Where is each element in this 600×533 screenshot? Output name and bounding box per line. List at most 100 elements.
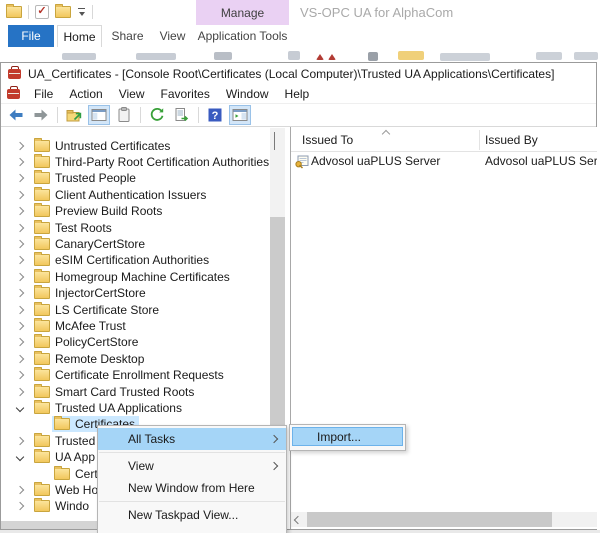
chevron-right-icon[interactable] bbox=[15, 288, 25, 298]
certificate-row[interactable]: Advosol uaPLUS Server Advosol uaPLUS Ser… bbox=[291, 153, 597, 170]
issued-to-value: Advosol uaPLUS Server bbox=[311, 154, 441, 168]
back-icon[interactable] bbox=[5, 105, 27, 125]
ribbon-icon-fragment bbox=[398, 51, 424, 60]
tree-item-policycertstore[interactable]: PolicyCertStore bbox=[1, 334, 290, 351]
column-header-issued-to[interactable]: Issued To bbox=[302, 133, 353, 147]
ribbon-tab-view[interactable]: View bbox=[152, 25, 193, 47]
details-hscrollbar-thumb[interactable] bbox=[307, 512, 552, 527]
chevron-right-icon[interactable] bbox=[15, 239, 25, 249]
context-menu-item-all-tasks[interactable]: All Tasks bbox=[98, 428, 286, 450]
tree-item-label: CanaryCertStore bbox=[55, 236, 146, 251]
menu-help[interactable]: Help bbox=[277, 87, 318, 101]
context-menu-item-new-taskpad-view-[interactable]: New Taskpad View... bbox=[98, 504, 286, 526]
tree-item-label: PolicyCertStore bbox=[55, 335, 139, 350]
context-menu-item-new-window-from-here[interactable]: New Window from Here bbox=[98, 477, 286, 499]
folder-icon[interactable] bbox=[55, 4, 71, 18]
tree-item-certificate-enrollment-requests[interactable]: Certificate Enrollment Requests bbox=[1, 367, 290, 384]
tree-item-injectorcertstore[interactable]: InjectorCertStore bbox=[1, 285, 290, 302]
folder-icon bbox=[34, 285, 50, 300]
separator bbox=[140, 107, 141, 123]
chevron-right-icon[interactable] bbox=[15, 157, 25, 167]
tree-item-label: Client Authentication Issuers bbox=[55, 187, 207, 202]
export-list-icon[interactable] bbox=[171, 105, 193, 125]
details-pane: Issued To Issued By Advosol uaPLUS Serve… bbox=[291, 127, 597, 529]
ribbon-tab-home[interactable]: Home bbox=[57, 25, 102, 47]
chevron-right-icon[interactable] bbox=[15, 174, 25, 183]
tree-scrollbar-thumb[interactable] bbox=[270, 217, 285, 447]
menu-view[interactable]: View bbox=[111, 87, 153, 101]
red-check-icon[interactable]: ✓ bbox=[35, 5, 49, 19]
chevron-right-icon[interactable] bbox=[15, 206, 25, 216]
menu-action[interactable]: Action bbox=[61, 87, 110, 101]
chevron-right-icon[interactable] bbox=[15, 370, 25, 380]
ribbon-tab-file[interactable]: File bbox=[8, 25, 54, 47]
tree-item-remote-desktop[interactable]: Remote Desktop bbox=[1, 350, 290, 367]
show-action-pane-icon[interactable] bbox=[229, 105, 251, 125]
help-icon[interactable]: ? bbox=[204, 105, 226, 125]
tree-item-ls-certificate-store[interactable]: LS Certificate Store bbox=[1, 301, 290, 318]
scroll-up-icon[interactable] bbox=[274, 132, 275, 150]
details-horizontal-scrollbar[interactable] bbox=[291, 512, 597, 527]
column-header-issued-by[interactable]: Issued By bbox=[485, 133, 538, 147]
tree-item-client-authentication-issuers[interactable]: Client Authentication Issuers bbox=[1, 186, 290, 203]
scroll-left-icon[interactable] bbox=[293, 515, 303, 525]
tree-item-label: Trusted UA Applications bbox=[55, 400, 182, 415]
chevron-right-icon[interactable] bbox=[15, 272, 25, 281]
clipboard-icon[interactable] bbox=[113, 105, 135, 125]
tree-item-label: Smart Card Trusted Roots bbox=[55, 384, 195, 399]
folder-icon bbox=[34, 252, 50, 267]
tree-item-mcafee-trust[interactable]: McAfee Trust bbox=[1, 317, 290, 334]
tree-item-homegroup-machine-certificates[interactable]: Homegroup Machine Certificates bbox=[1, 268, 290, 285]
ribbon-icon-fragment bbox=[574, 52, 598, 60]
folder-icon bbox=[34, 170, 50, 185]
contextual-tab-group-manage[interactable]: Manage bbox=[196, 0, 289, 25]
menu-window[interactable]: Window bbox=[218, 87, 277, 101]
chevron-right-icon[interactable] bbox=[15, 436, 25, 445]
chevron-right-icon[interactable] bbox=[15, 354, 25, 363]
tree-item-third-party-root-certification-authorities[interactable]: Third-Party Root Certification Authoriti… bbox=[1, 153, 290, 170]
tree-item-canarycertstore[interactable]: CanaryCertStore bbox=[1, 235, 290, 252]
qat-dropdown-arrow-icon[interactable] bbox=[77, 8, 86, 16]
explorer-window-title: VS-OPC UA for AlphaCom bbox=[300, 5, 454, 20]
tree-item-preview-build-roots[interactable]: Preview Build Roots bbox=[1, 203, 290, 220]
menu-favorites[interactable]: Favorites bbox=[153, 87, 218, 101]
tree-item-label: Preview Build Roots bbox=[55, 204, 163, 219]
chevron-right-icon[interactable] bbox=[15, 321, 25, 331]
mmc-titlebar[interactable]: UA_Certificates - [Console Root\Certific… bbox=[1, 63, 596, 84]
chevron-right-icon[interactable] bbox=[15, 223, 25, 232]
folder-icon bbox=[34, 301, 50, 316]
certificate-icon bbox=[295, 154, 309, 172]
separator bbox=[57, 107, 58, 123]
chevron-right-icon[interactable] bbox=[15, 387, 25, 396]
show-console-tree-icon[interactable] bbox=[88, 105, 110, 125]
tree-item-smart-card-trusted-roots[interactable]: Smart Card Trusted Roots bbox=[1, 383, 290, 400]
submenu-item-import-[interactable]: Import... bbox=[292, 427, 403, 446]
column-divider[interactable] bbox=[479, 130, 480, 150]
chevron-right-icon[interactable] bbox=[15, 305, 25, 314]
tree-item-test-roots[interactable]: Test Roots bbox=[1, 219, 290, 236]
chevron-right-icon[interactable] bbox=[15, 502, 25, 511]
mmc-menu-icon[interactable] bbox=[7, 85, 20, 99]
chevron-down-icon[interactable] bbox=[15, 403, 25, 413]
chevron-right-icon[interactable] bbox=[15, 338, 25, 347]
ribbon-tab-application-tools[interactable]: Application Tools bbox=[196, 25, 289, 47]
chevron-right-icon[interactable] bbox=[15, 485, 25, 495]
folder-icon bbox=[34, 367, 50, 382]
ribbon-icon-fragment bbox=[136, 53, 176, 60]
ribbon-tab-share[interactable]: Share bbox=[106, 25, 149, 47]
tree-item-untrusted-certificates[interactable]: Untrusted Certificates bbox=[1, 137, 290, 154]
context-menu-item-view[interactable]: View bbox=[98, 455, 286, 477]
up-folder-icon[interactable] bbox=[63, 105, 85, 125]
tree-item-trusted-ua-applications[interactable]: Trusted UA Applications bbox=[1, 399, 290, 416]
ribbon-icon-fragment bbox=[328, 54, 336, 60]
forward-icon[interactable] bbox=[30, 105, 52, 125]
tree-item-esim-certification-authorities[interactable]: eSIM Certification Authorities bbox=[1, 252, 290, 269]
chevron-right-icon[interactable] bbox=[15, 141, 25, 150]
chevron-right-icon[interactable] bbox=[15, 256, 25, 265]
menu-file[interactable]: File bbox=[26, 87, 61, 101]
chevron-down-icon[interactable] bbox=[15, 452, 25, 462]
refresh-icon[interactable] bbox=[146, 105, 168, 125]
tree-item-trusted-people[interactable]: Trusted People bbox=[1, 170, 290, 187]
folder-icon[interactable] bbox=[6, 4, 22, 18]
chevron-right-icon[interactable] bbox=[15, 190, 25, 199]
